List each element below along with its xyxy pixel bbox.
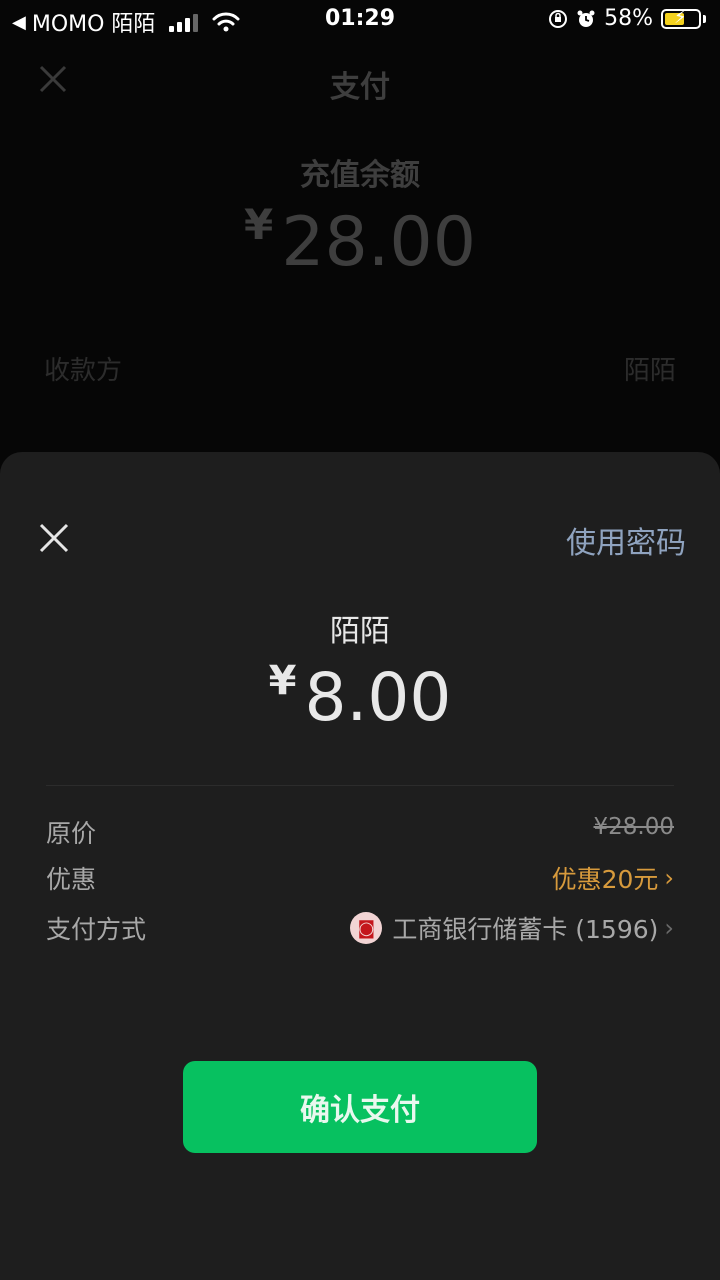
amount-value: 28.00 — [281, 203, 476, 282]
payment-method-value: 工商银行储蓄卡 (1596) — [392, 915, 659, 944]
currency-symbol: ¥ — [268, 658, 297, 704]
discount-label: 优惠 — [46, 865, 97, 894]
divider — [46, 785, 674, 786]
close-icon[interactable] — [38, 522, 70, 554]
original-price-value: ¥28.00 — [593, 814, 674, 840]
confirm-payment-button[interactable]: 确认支付 — [183, 1061, 537, 1153]
use-password-button[interactable]: 使用密码 — [566, 518, 686, 562]
payee-value: 陌陌 — [623, 356, 676, 386]
recharge-amount: ¥28.00 — [0, 200, 720, 282]
original-price-row: 原价 ¥28.00 — [46, 814, 674, 854]
payment-sheet: 使用密码 陌陌 ¥8.00 原价 ¥28.00 优惠 优惠20元 › 支付方式 … — [0, 452, 720, 1280]
chevron-right-icon: › — [664, 914, 674, 942]
battery-icon: ⚡ — [661, 6, 701, 29]
charging-bolt-icon: ⚡ — [674, 6, 687, 28]
status-bar: ◀ MOMO 陌陌 01:29 58% ⚡ — [0, 0, 720, 40]
discount-value: 优惠20元 — [551, 865, 659, 894]
currency-symbol: ¥ — [244, 200, 274, 249]
battery-nub — [703, 14, 706, 23]
battery-percent: 58% — [604, 6, 653, 31]
payee-label: 收款方 — [44, 356, 123, 386]
original-price-label: 原价 — [46, 819, 97, 848]
background-payment-page: 支付 充值余额 ¥28.00 收款方 陌陌 — [0, 40, 720, 460]
payment-amount: ¥8.00 — [0, 658, 720, 736]
orientation-lock-icon — [549, 9, 568, 28]
payment-method-row[interactable]: 支付方式 ◙ 工商银行储蓄卡 (1596) › — [46, 910, 674, 950]
discount-row[interactable]: 优惠 优惠20元 › — [46, 860, 674, 900]
merchant-name: 陌陌 — [330, 614, 390, 649]
page-title: 支付 — [330, 70, 390, 105]
payment-screen: ◀ MOMO 陌陌 01:29 58% ⚡ 支付 充值余额 ¥ 28.00 收款… — [0, 0, 720, 1280]
icbc-bank-icon: ◙ — [350, 912, 383, 944]
payment-method-label: 支付方式 — [46, 915, 147, 944]
alarm-icon — [577, 10, 595, 27]
recharge-label: 充值余额 — [300, 158, 420, 193]
chevron-right-icon: › — [664, 864, 674, 892]
amount-value: 8.00 — [304, 659, 452, 736]
